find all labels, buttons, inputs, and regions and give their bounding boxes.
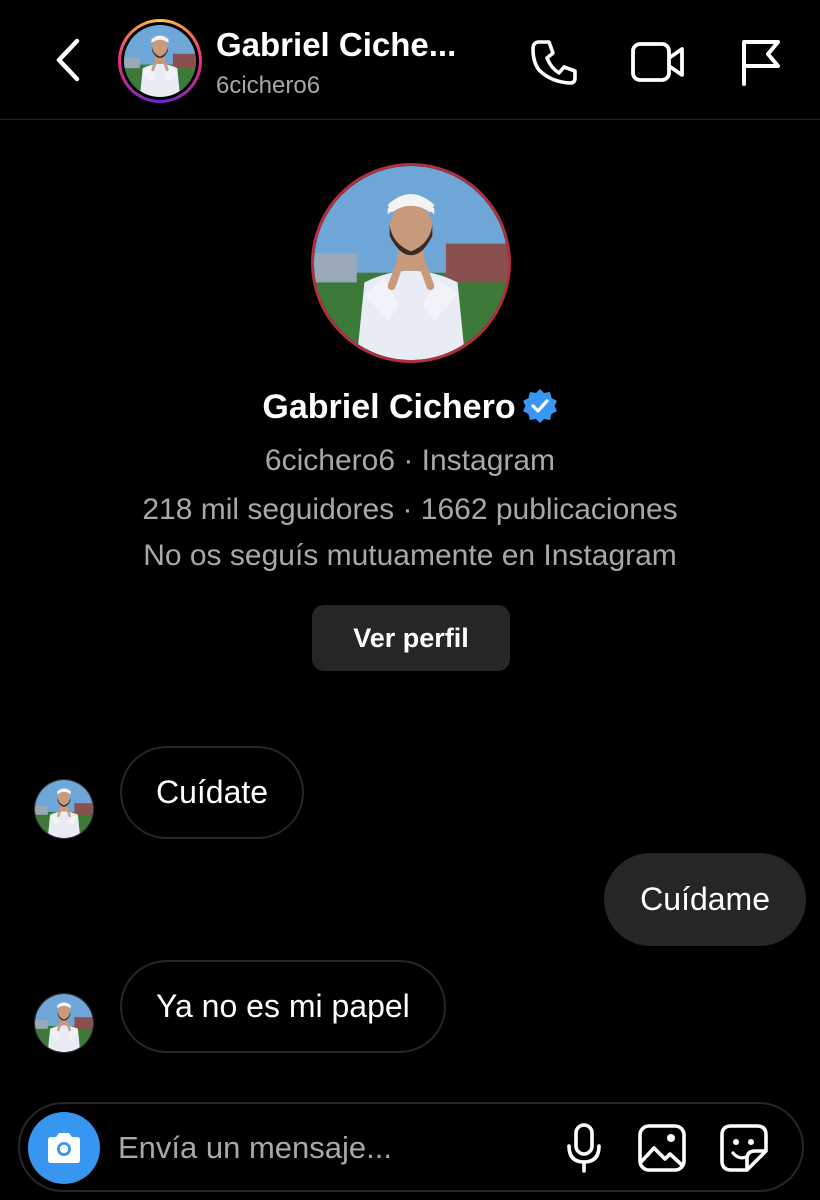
profile-stats: 218 mil seguidores · 1662 publicaciones bbox=[142, 493, 678, 526]
video-call-button[interactable] bbox=[630, 34, 686, 90]
avatar-image bbox=[35, 994, 93, 1052]
verified-badge-icon bbox=[522, 388, 558, 433]
profile-relation: No os seguís mutuamente en Instagram bbox=[143, 539, 677, 572]
message-bubble-outgoing[interactable]: Cuídame bbox=[604, 853, 806, 946]
profile-avatar[interactable] bbox=[311, 163, 511, 363]
profile-name: Gabriel Cichero bbox=[262, 388, 516, 426]
message-bubble-incoming[interactable]: Cuídate bbox=[120, 746, 305, 839]
image-icon bbox=[638, 1124, 686, 1172]
message-input[interactable] bbox=[118, 1118, 538, 1178]
camera-icon bbox=[48, 1133, 80, 1163]
voice-message-button[interactable] bbox=[556, 1120, 612, 1176]
call-button[interactable] bbox=[526, 34, 582, 90]
sticker-icon bbox=[720, 1124, 768, 1172]
profile-name-row: Gabriel Cichero bbox=[0, 388, 820, 433]
avatar-image bbox=[35, 780, 93, 838]
video-camera-icon bbox=[631, 42, 684, 82]
message-bubble-incoming[interactable]: Ya no es mi papel bbox=[120, 960, 446, 1053]
phone-icon bbox=[531, 40, 577, 85]
avatar-image bbox=[124, 25, 196, 97]
view-profile-button[interactable]: Ver perfil bbox=[312, 605, 510, 671]
sender-avatar[interactable] bbox=[34, 993, 94, 1053]
profile-photo bbox=[314, 166, 508, 360]
gallery-button[interactable] bbox=[634, 1120, 690, 1176]
flag-icon bbox=[742, 40, 780, 86]
camera-button[interactable] bbox=[28, 1112, 100, 1184]
message-composer bbox=[18, 1102, 804, 1192]
microphone-icon bbox=[567, 1123, 601, 1173]
report-button[interactable] bbox=[732, 34, 788, 90]
profile-subline: 6cichero6 · Instagram bbox=[264, 444, 556, 477]
sender-avatar[interactable] bbox=[34, 779, 94, 839]
chat-header: Gabriel Ciche... 6cichero6 bbox=[0, 0, 820, 120]
chevron-left-icon bbox=[56, 38, 80, 82]
back-button[interactable] bbox=[44, 36, 92, 84]
header-avatar[interactable] bbox=[118, 19, 202, 103]
sticker-button[interactable] bbox=[716, 1120, 772, 1176]
chat-title[interactable]: Gabriel Ciche... bbox=[216, 26, 456, 64]
chat-username[interactable]: 6cichero6 bbox=[216, 72, 320, 100]
